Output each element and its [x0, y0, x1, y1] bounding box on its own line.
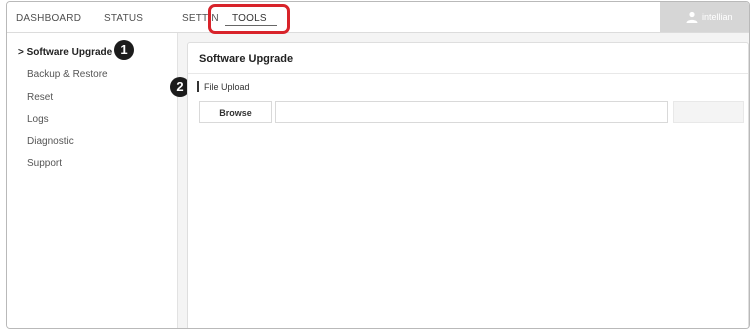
- app-window: DASHBOARD STATUS SETTIN TOOLS intellian …: [6, 1, 750, 329]
- panel-title: Software Upgrade: [199, 53, 294, 65]
- sidebar-item-support[interactable]: Support: [27, 158, 62, 169]
- sidebar: > Software Upgrade Backup & Restore Rese…: [7, 33, 178, 328]
- file-upload-section-title: File Upload: [204, 82, 250, 92]
- panel-divider: [188, 73, 748, 74]
- user-name: intellian: [702, 12, 733, 22]
- tab-dashboard[interactable]: DASHBOARD: [16, 13, 81, 24]
- tab-status[interactable]: STATUS: [104, 13, 143, 24]
- sidebar-item-backup-restore[interactable]: Backup & Restore: [27, 69, 108, 80]
- software-upgrade-panel: Software Upgrade File Upload Browse Uplo…: [187, 42, 749, 328]
- sidebar-item-software-upgrade[interactable]: > Software Upgrade: [18, 47, 112, 58]
- file-path-input[interactable]: [275, 101, 668, 123]
- sidebar-item-diagnostic[interactable]: Diagnostic: [27, 136, 74, 147]
- user-menu[interactable]: intellian: [660, 2, 749, 32]
- sidebar-item-reset[interactable]: Reset: [27, 92, 53, 103]
- callout-badge-1: 1: [114, 40, 134, 60]
- section-marker: [197, 81, 199, 92]
- upload-button[interactable]: Upload: [673, 101, 744, 123]
- top-navigation: DASHBOARD STATUS SETTIN TOOLS intellian: [7, 2, 749, 34]
- browse-button[interactable]: Browse: [199, 101, 272, 123]
- sidebar-item-logs[interactable]: Logs: [27, 114, 49, 125]
- user-icon: [686, 11, 698, 23]
- tools-tab-highlight: [208, 4, 290, 34]
